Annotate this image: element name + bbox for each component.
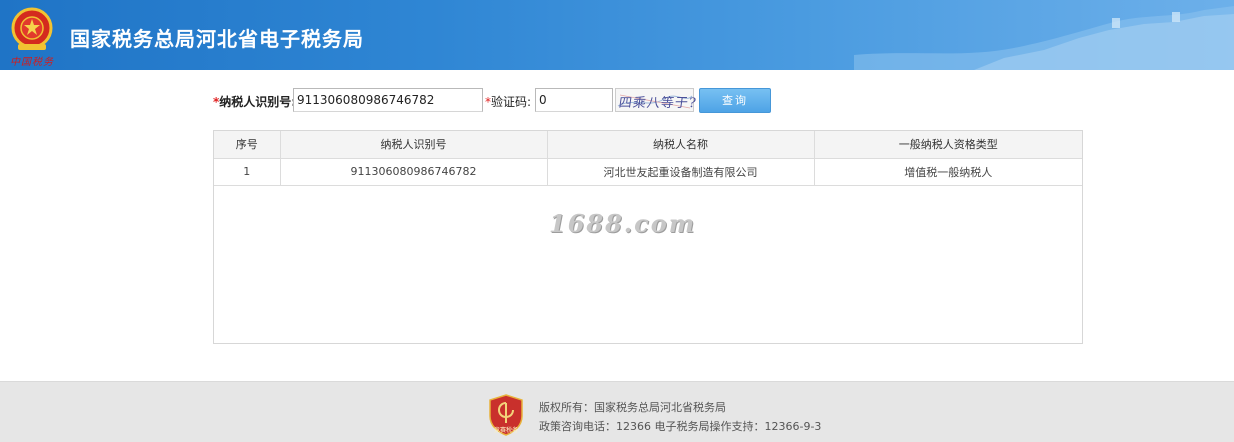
site-header: 中国税务 国家税务总局河北省电子税务局 bbox=[0, 0, 1234, 70]
column-header-taxpayer-id: 纳税人识别号 bbox=[280, 131, 548, 159]
result-panel: 序号 纳税人识别号 纳税人名称 一般纳税人资格类型 1 911306080986… bbox=[213, 130, 1083, 344]
cell-qualification-type: 增值税一般纳税人 bbox=[814, 158, 1082, 186]
footer-contact: 政策咨询电话：12366 电子税务局操作支持：12366-9-3 bbox=[539, 420, 822, 433]
captcha-label: *验证码: bbox=[485, 95, 532, 109]
taxpayer-id-label: *纳税人识别号: bbox=[213, 95, 297, 109]
watermark: 1688.com bbox=[549, 209, 697, 238]
great-wall-banner-icon bbox=[854, 6, 1234, 70]
captcha-text: 四乘八等于? bbox=[617, 96, 698, 111]
site-footer: 竞赛税务 版权所有：国家税务总局河北省税务局 政策咨询电话：12366 电子税务… bbox=[0, 381, 1234, 442]
badge-caption: 竞赛税务 bbox=[493, 427, 518, 434]
cell-taxpayer-name: 河北世友起重设备制造有限公司 bbox=[547, 158, 815, 186]
search-button[interactable]: 查询 bbox=[699, 88, 771, 113]
captcha-image[interactable]: 四乘八等于? bbox=[615, 88, 698, 112]
column-header-index: 序号 bbox=[214, 131, 281, 159]
cell-taxpayer-id: 911306080986746782 bbox=[280, 158, 548, 186]
emblem-caption: 中国税务 bbox=[10, 57, 54, 68]
footer-copyright: 版权所有：国家税务总局河北省税务局 bbox=[539, 401, 726, 414]
site-title: 国家税务总局河北省电子税务局 bbox=[70, 27, 364, 51]
column-header-taxpayer-name: 纳税人名称 bbox=[547, 131, 815, 159]
table-row: 1 911306080986746782 河北世友起重设备制造有限公司 增值税一… bbox=[214, 158, 1082, 186]
cell-index: 1 bbox=[214, 158, 281, 186]
taxpayer-id-input[interactable] bbox=[293, 88, 483, 112]
result-table: 序号 纳税人识别号 纳税人名称 一般纳税人资格类型 1 911306080986… bbox=[214, 131, 1082, 186]
tax-emblem-icon bbox=[11, 7, 53, 50]
query-form: *纳税人识别号: *验证码: 四乘八等于? 查询 bbox=[213, 88, 813, 114]
table-header-row: 序号 纳税人识别号 纳税人名称 一般纳税人资格类型 bbox=[214, 131, 1082, 159]
captcha-input[interactable] bbox=[535, 88, 613, 112]
column-header-qualification-type: 一般纳税人资格类型 bbox=[814, 131, 1082, 159]
